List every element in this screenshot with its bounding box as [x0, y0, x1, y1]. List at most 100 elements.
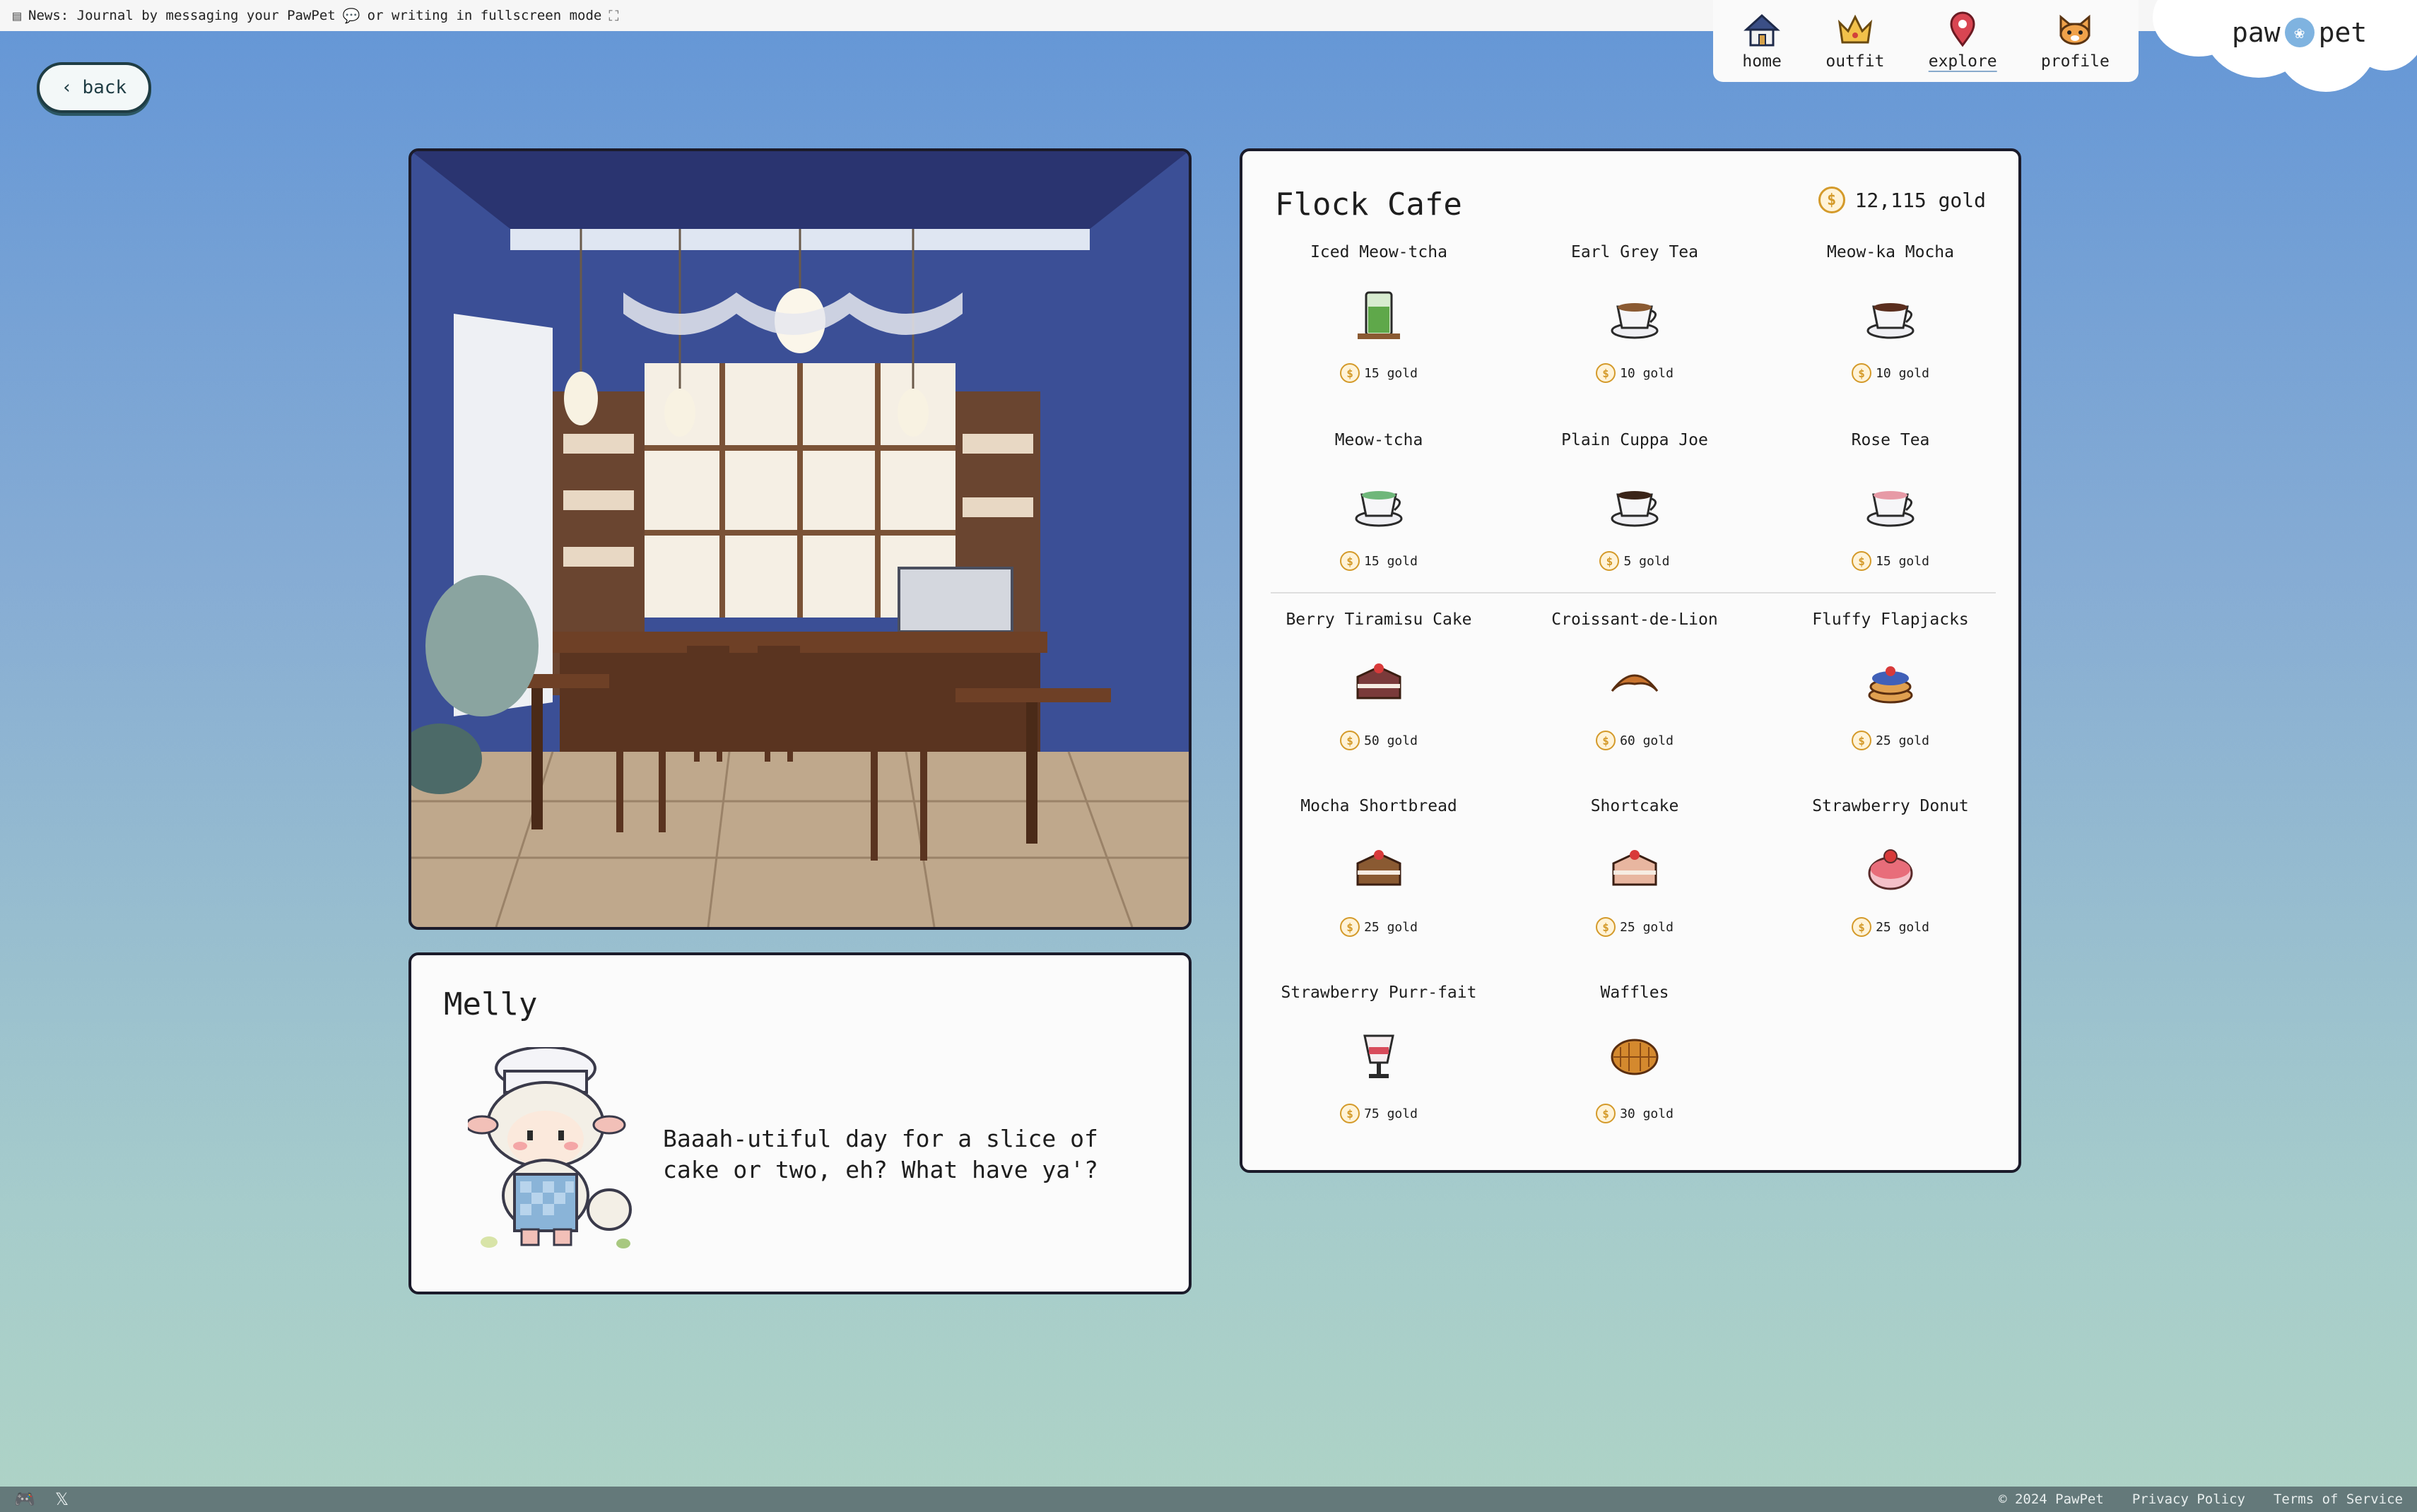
news-mid-text: or writing in fullscreen mode: [367, 8, 602, 23]
waffle-icon: [1611, 1039, 1659, 1075]
privacy-policy-link[interactable]: Privacy Policy: [2132, 1492, 2245, 1507]
shop-item[interactable]: Strawberry Purr-fait $75 gold: [1251, 984, 1507, 1146]
footer: 🎮 𝕏 © 2024 PawPet Privacy Policy Terms o…: [0, 1487, 2417, 1512]
item-price: $25 gold: [1596, 917, 1674, 937]
coin-icon: $: [1599, 551, 1620, 571]
item-price: $5 gold: [1599, 551, 1670, 571]
coin-icon: $: [1596, 1104, 1616, 1123]
newspaper-icon: ▤: [13, 7, 22, 24]
item-name: Rose Tea: [1851, 431, 1930, 449]
mocha-icon: [1866, 303, 1915, 339]
rose-tea-icon: [1866, 491, 1915, 527]
crown-icon: [1837, 14, 1873, 44]
pancakes-icon: [1868, 666, 1913, 704]
shop-item[interactable]: Croissant-de-Lion $60 gold: [1507, 610, 1763, 773]
shop-item[interactable]: Plain Cuppa Joe $5 gold: [1507, 431, 1763, 593]
shop-title: Flock Cafe: [1275, 187, 1462, 223]
item-price: $30 gold: [1596, 1104, 1674, 1123]
shop-item[interactable]: Fluffy Flapjacks $25 gold: [1763, 610, 2018, 773]
copyright-text: © 2024 PawPet: [1999, 1492, 2104, 1507]
item-price: $25 gold: [1852, 917, 1929, 937]
npc-name: Melly: [444, 986, 538, 1022]
item-price: $15 gold: [1340, 363, 1418, 383]
item-name: Croissant-de-Lion: [1551, 610, 1718, 629]
item-name: Iced Meow-tcha: [1310, 243, 1447, 261]
iced-matcha-icon: [1358, 291, 1400, 339]
nav-outfit[interactable]: outfit: [1825, 11, 1884, 71]
item-name: Earl Grey Tea: [1570, 243, 1698, 261]
back-label: back: [82, 77, 127, 98]
pawpet-logo[interactable]: paw ❀ pet: [2232, 17, 2367, 48]
item-price: $15 gold: [1852, 551, 1929, 571]
coin-icon: $: [1596, 363, 1616, 383]
coin-icon: $: [1340, 917, 1360, 937]
item-name: Fluffy Flapjacks: [1812, 610, 1969, 629]
tiramisu-icon: [1356, 663, 1401, 699]
shop-item[interactable]: Strawberry Donut $25 gold: [1763, 797, 2018, 959]
item-price: $15 gold: [1340, 551, 1418, 571]
shop-item[interactable]: Meow-tcha $15 gold: [1251, 431, 1507, 593]
npc-panel: Melly Baaah-utiful day for a slice of ca…: [408, 952, 1192, 1294]
coin-icon: $: [1852, 917, 1872, 937]
coffee-cup-icon: [1611, 491, 1659, 527]
item-name: Strawberry Donut: [1812, 797, 1969, 815]
item-price: $75 gold: [1340, 1104, 1418, 1123]
x-twitter-icon[interactable]: 𝕏: [55, 1489, 69, 1509]
coin-icon: $: [1340, 551, 1360, 571]
nav-profile[interactable]: profile: [2041, 11, 2110, 71]
shop-item[interactable]: Waffles $30 gold: [1507, 984, 1763, 1146]
back-button[interactable]: ‹ back: [37, 62, 151, 113]
shop-item[interactable]: Rose Tea $15 gold: [1763, 431, 2018, 593]
item-name: Strawberry Purr-fait: [1281, 984, 1477, 1002]
terms-of-service-link[interactable]: Terms of Service: [2274, 1492, 2403, 1507]
donut-icon: [1868, 849, 1913, 890]
item-price: $25 gold: [1852, 731, 1929, 750]
paw-icon: ❀: [2284, 18, 2315, 47]
matcha-cup-icon: [1355, 491, 1403, 527]
coin-icon: $: [1596, 731, 1616, 750]
item-name: Meow-tcha: [1334, 431, 1423, 449]
item-price: $25 gold: [1340, 917, 1418, 937]
croissant-icon: [1611, 674, 1659, 692]
shop-item[interactable]: Mocha Shortbread $25 gold: [1251, 797, 1507, 959]
coin-icon: $: [1852, 731, 1872, 750]
coin-icon: $: [1340, 731, 1360, 750]
shop-panel: Flock Cafe $ 12,115 gold Iced Meow-tcha $…: [1240, 148, 2021, 1173]
coin-icon: $: [1340, 1104, 1360, 1123]
npc-speech: Baaah-utiful day for a slice of cake or …: [663, 1125, 1098, 1183]
shortbread-icon: [1356, 850, 1401, 886]
item-price: $10 gold: [1596, 363, 1674, 383]
nav-explore[interactable]: explore: [1929, 11, 1997, 71]
coin-icon: $: [1818, 187, 1845, 213]
nav-home[interactable]: home: [1742, 11, 1782, 71]
shop-item[interactable]: Meow-ka Mocha $10 gold: [1763, 243, 2018, 406]
item-name: Berry Tiramisu Cake: [1286, 610, 1472, 629]
item-name: Plain Cuppa Joe: [1561, 431, 1708, 449]
coin-icon: $: [1852, 551, 1872, 571]
main-nav: home outfit explore profile: [1713, 0, 2139, 82]
news-text: News: Journal by messaging your PawPet: [28, 8, 336, 23]
item-price: $50 gold: [1340, 731, 1418, 750]
tea-cup-icon: [1611, 303, 1659, 339]
chevron-left-icon: ‹: [61, 77, 73, 98]
house-icon: [1743, 13, 1781, 47]
sheep-chef-sprite: [468, 1047, 632, 1248]
item-price: $10 gold: [1852, 363, 1929, 383]
discord-icon[interactable]: 🎮: [14, 1489, 35, 1509]
shop-item[interactable]: Berry Tiramisu Cake $50 gold: [1251, 610, 1507, 773]
shortcake-icon: [1612, 850, 1657, 886]
coin-icon: $: [1340, 363, 1360, 383]
item-name: Meow-ka Mocha: [1826, 243, 1954, 261]
item-name: Mocha Shortbread: [1300, 797, 1457, 815]
item-price: $60 gold: [1596, 731, 1674, 750]
shop-item[interactable]: Earl Grey Tea $10 gold: [1507, 243, 1763, 406]
item-name: Waffles: [1600, 984, 1669, 1002]
fullscreen-icon[interactable]: ⛶: [608, 7, 618, 24]
shop-item[interactable]: Shortcake $25 gold: [1507, 797, 1763, 959]
shop-item[interactable]: Iced Meow-tcha $15 gold: [1251, 243, 1507, 406]
cat-face-icon: [2059, 14, 2090, 45]
cafe-scene-image: [408, 148, 1192, 930]
coin-icon: $: [1596, 917, 1616, 937]
wallet-balance: $ 12,115 gold: [1818, 187, 1986, 213]
speech-bubble-icon: 💬: [342, 7, 360, 24]
